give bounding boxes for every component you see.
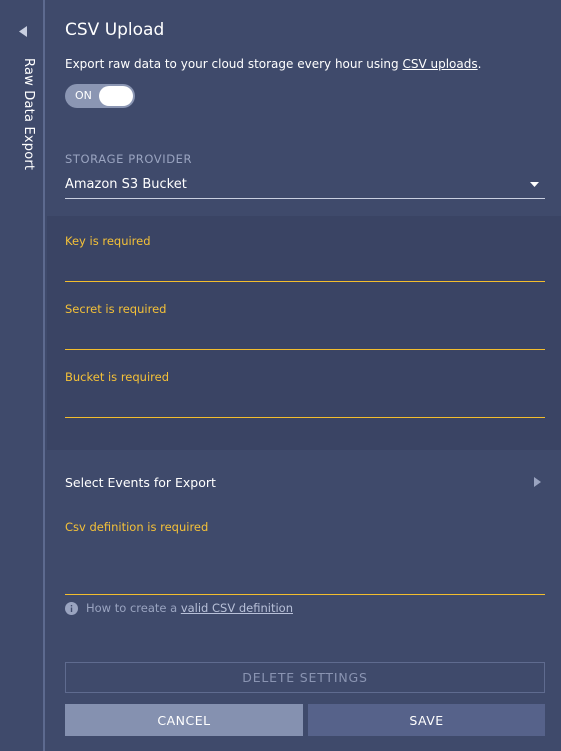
csv-help-row: How to create a valid CSV definition — [65, 600, 293, 616]
bucket-field[interactable]: Bucket is required — [65, 370, 545, 418]
csv-uploads-link[interactable]: CSV uploads — [402, 57, 477, 71]
page-title: CSV Upload — [65, 20, 165, 40]
cancel-button[interactable]: CANCEL — [65, 704, 303, 736]
csv-upload-panel: CSV Upload Export raw data to your cloud… — [47, 0, 561, 751]
triangle-right-icon — [534, 477, 541, 487]
secret-field-label: Secret is required — [65, 302, 167, 316]
info-icon — [65, 601, 78, 615]
csv-definition-label: Csv definition is required — [65, 520, 209, 534]
select-events-row[interactable]: Select Events for Export — [65, 472, 545, 494]
select-events-label: Select Events for Export — [65, 475, 216, 490]
toggle-label: ON — [75, 89, 92, 102]
side-rail: Raw Data Export — [0, 0, 45, 751]
csv-upload-toggle[interactable]: ON — [65, 84, 135, 108]
save-button[interactable]: SAVE — [308, 704, 545, 736]
storage-provider-label: STORAGE PROVIDER — [65, 152, 193, 166]
bucket-field-label: Bucket is required — [65, 370, 170, 384]
help-text: How to create a valid CSV definition — [86, 601, 293, 615]
description: Export raw data to your cloud storage ev… — [65, 57, 481, 71]
toggle-knob — [99, 86, 133, 106]
credentials-section: Key is required Secret is required Bucke… — [47, 216, 561, 450]
key-field[interactable]: Key is required — [65, 234, 545, 282]
secret-field[interactable]: Secret is required — [65, 302, 545, 350]
storage-provider-value: Amazon S3 Bucket — [65, 177, 187, 192]
description-text: Export raw data to your cloud storage ev… — [65, 57, 403, 71]
help-prefix: How to create a — [86, 601, 181, 615]
delete-settings-button[interactable]: DELETE SETTINGS — [65, 662, 545, 693]
key-field-label: Key is required — [65, 234, 151, 248]
dropdown-caret-icon — [530, 182, 539, 187]
sidebar-title: Raw Data Export — [21, 58, 36, 171]
storage-provider-select[interactable]: Amazon S3 Bucket — [65, 172, 545, 199]
collapse-sidebar-button[interactable] — [14, 22, 32, 40]
csv-definition-field[interactable]: Csv definition is required — [65, 518, 545, 595]
description-suffix: . — [477, 57, 482, 71]
triangle-left-icon — [19, 25, 27, 37]
valid-csv-definition-link[interactable]: valid CSV definition — [181, 601, 293, 615]
